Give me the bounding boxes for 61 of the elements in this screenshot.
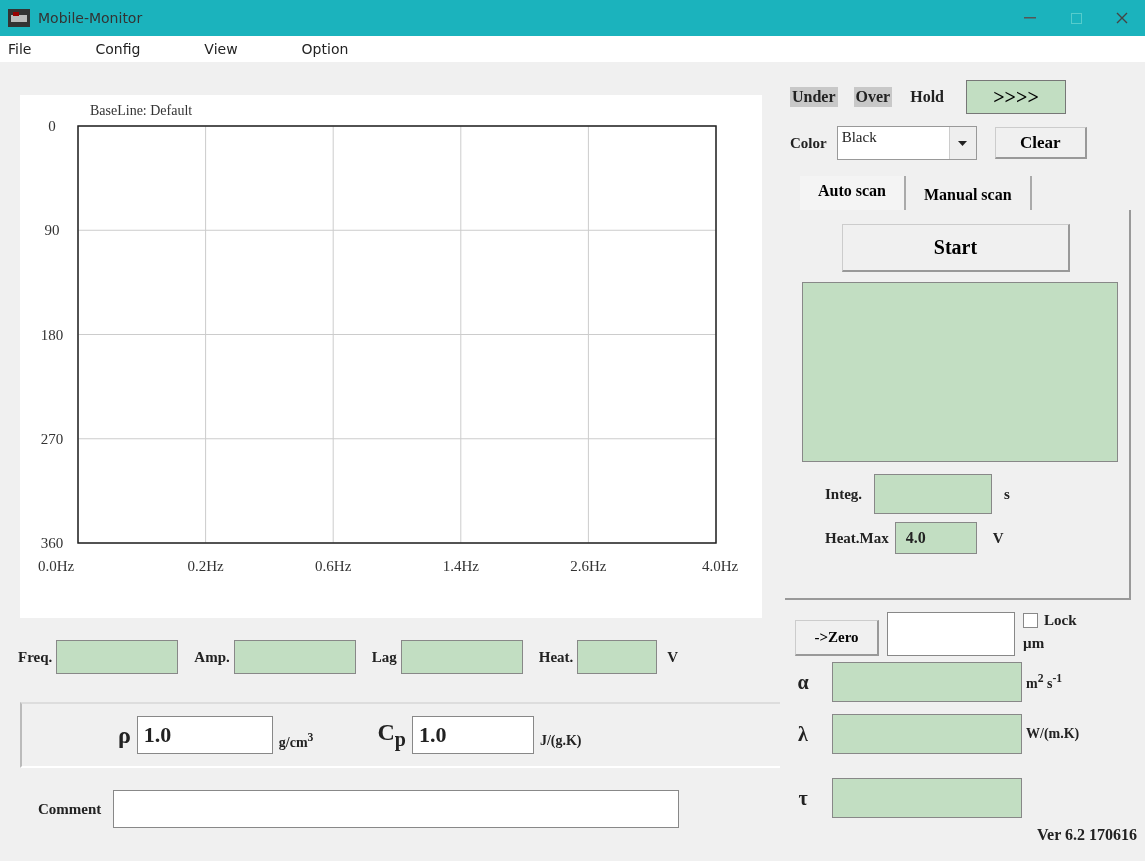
menu-item[interactable]: File: [2, 41, 38, 57]
menu-item[interactable]: View: [198, 41, 244, 57]
x-tick-label: 0.0Hz: [37, 558, 75, 574]
reading-field[interactable]: [233, 640, 356, 674]
comment-field[interactable]: [113, 790, 680, 828]
app-icon: [8, 9, 30, 27]
reading-label: Lag: [371, 648, 397, 666]
lock-checkbox[interactable]: Lock: [1023, 612, 1077, 629]
density-field[interactable]: 1.0: [136, 716, 273, 754]
symbol-label: τ: [797, 786, 809, 810]
heat-max-field[interactable]: 4.0: [894, 522, 977, 554]
color-label: Color: [790, 134, 827, 152]
x-tick-label: 0.2Hz: [187, 558, 224, 574]
menu-item[interactable]: Config: [89, 41, 147, 57]
y-tick-label: 360: [40, 535, 64, 551]
x-tick-label: 4.0Hz: [701, 558, 739, 574]
rho-symbol: ρ: [118, 721, 131, 749]
window-title: Mobile-Monitor: [38, 10, 144, 26]
reading-field[interactable]: [56, 640, 179, 674]
symbol-label: λ: [797, 722, 809, 746]
integ-label: Integ.: [825, 485, 863, 503]
tab[interactable]: Auto scan: [800, 176, 906, 210]
menu-item[interactable]: Option: [295, 41, 355, 57]
y-tick-label: 180: [40, 326, 64, 343]
unit-label: V: [992, 529, 1004, 547]
y-tick-label: 90: [44, 222, 60, 239]
chart-title: BaseLine: Default: [90, 103, 193, 118]
caret-icon: [958, 140, 968, 146]
status-indicator: Over: [853, 87, 893, 107]
reading-label: Heat.: [538, 648, 574, 666]
heat-max-label: Heat.Max: [825, 529, 889, 547]
clear-button[interactable]: Clear: [994, 127, 1087, 159]
start-button[interactable]: Start: [842, 224, 1070, 272]
zero-button[interactable]: ->Zero: [795, 620, 879, 656]
y-tick-label: 0: [48, 118, 56, 134]
version-label: Ver 6.2 170616: [1036, 826, 1137, 844]
heat-capacity-unit: J/(g.K): [539, 733, 582, 749]
reading-label: Amp.: [194, 648, 230, 666]
cp-symbol: C$_{p}$: [377, 719, 406, 751]
y-tick-label: 270: [40, 430, 64, 447]
x-tick-label: 2.6Hz: [570, 558, 607, 574]
reading-label: Freq.: [18, 648, 53, 666]
status-indicator: Under: [790, 87, 838, 107]
unit-label: m$^{2}$ s$^{-1}$: [1026, 672, 1063, 692]
symbol-label: α: [796, 670, 810, 694]
comment-label: Comment: [38, 800, 102, 818]
integ-field[interactable]: [874, 474, 993, 514]
status-indicator: Hold: [909, 87, 945, 107]
x-tick-label: 0.6Hz: [315, 558, 352, 574]
unit-label: V: [667, 648, 679, 666]
unit-label: W/(m.K): [1026, 726, 1080, 742]
unit-label: s: [1004, 485, 1010, 503]
x-tick-label: 1.4Hz: [442, 558, 479, 574]
reading-field[interactable]: [400, 640, 523, 674]
offset-field[interactable]: [887, 612, 1015, 656]
color-dropdown[interactable]: Black: [836, 126, 977, 160]
density-unit: g/cm$^{3}$: [278, 731, 314, 751]
reading-field[interactable]: [577, 640, 658, 674]
unit-label: µm: [1023, 635, 1046, 652]
forward-button[interactable]: >>>>: [966, 80, 1066, 114]
heat-capacity-field[interactable]: 1.0: [411, 716, 534, 754]
